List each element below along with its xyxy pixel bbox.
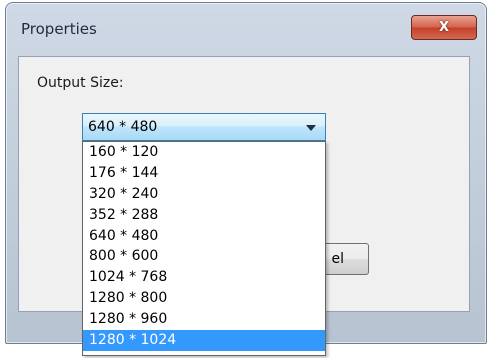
dropdown-option[interactable]: 1280 * 800 (83, 288, 325, 309)
dropdown-option[interactable]: 160 * 120 (83, 142, 325, 163)
output-size-dropdown[interactable]: 640 * 480 (82, 113, 326, 141)
dropdown-selected-value: 640 * 480 (88, 119, 158, 135)
dropdown-option[interactable]: 1280 * 1024 (83, 330, 325, 351)
dropdown-options-list[interactable]: 160 * 120 176 * 144 320 * 240 352 * 288 … (82, 141, 326, 356)
output-size-label: Output Size: (37, 75, 124, 91)
chevron-down-icon (306, 125, 316, 131)
dropdown-option[interactable]: 1024 * 768 (83, 267, 325, 288)
dropdown-option[interactable]: 640 * 480 (83, 226, 325, 247)
dropdown-option[interactable]: 320 * 240 (83, 184, 325, 205)
close-icon: X (438, 20, 450, 35)
dropdown-option[interactable]: 352 * 288 (83, 205, 325, 226)
window-title: Properties (21, 20, 97, 38)
dropdown-option[interactable]: 176 * 144 (83, 163, 325, 184)
dropdown-option[interactable]: 800 * 600 (83, 246, 325, 267)
dropdown-option[interactable]: 1280 * 960 (83, 309, 325, 330)
close-button[interactable]: X (411, 15, 477, 40)
